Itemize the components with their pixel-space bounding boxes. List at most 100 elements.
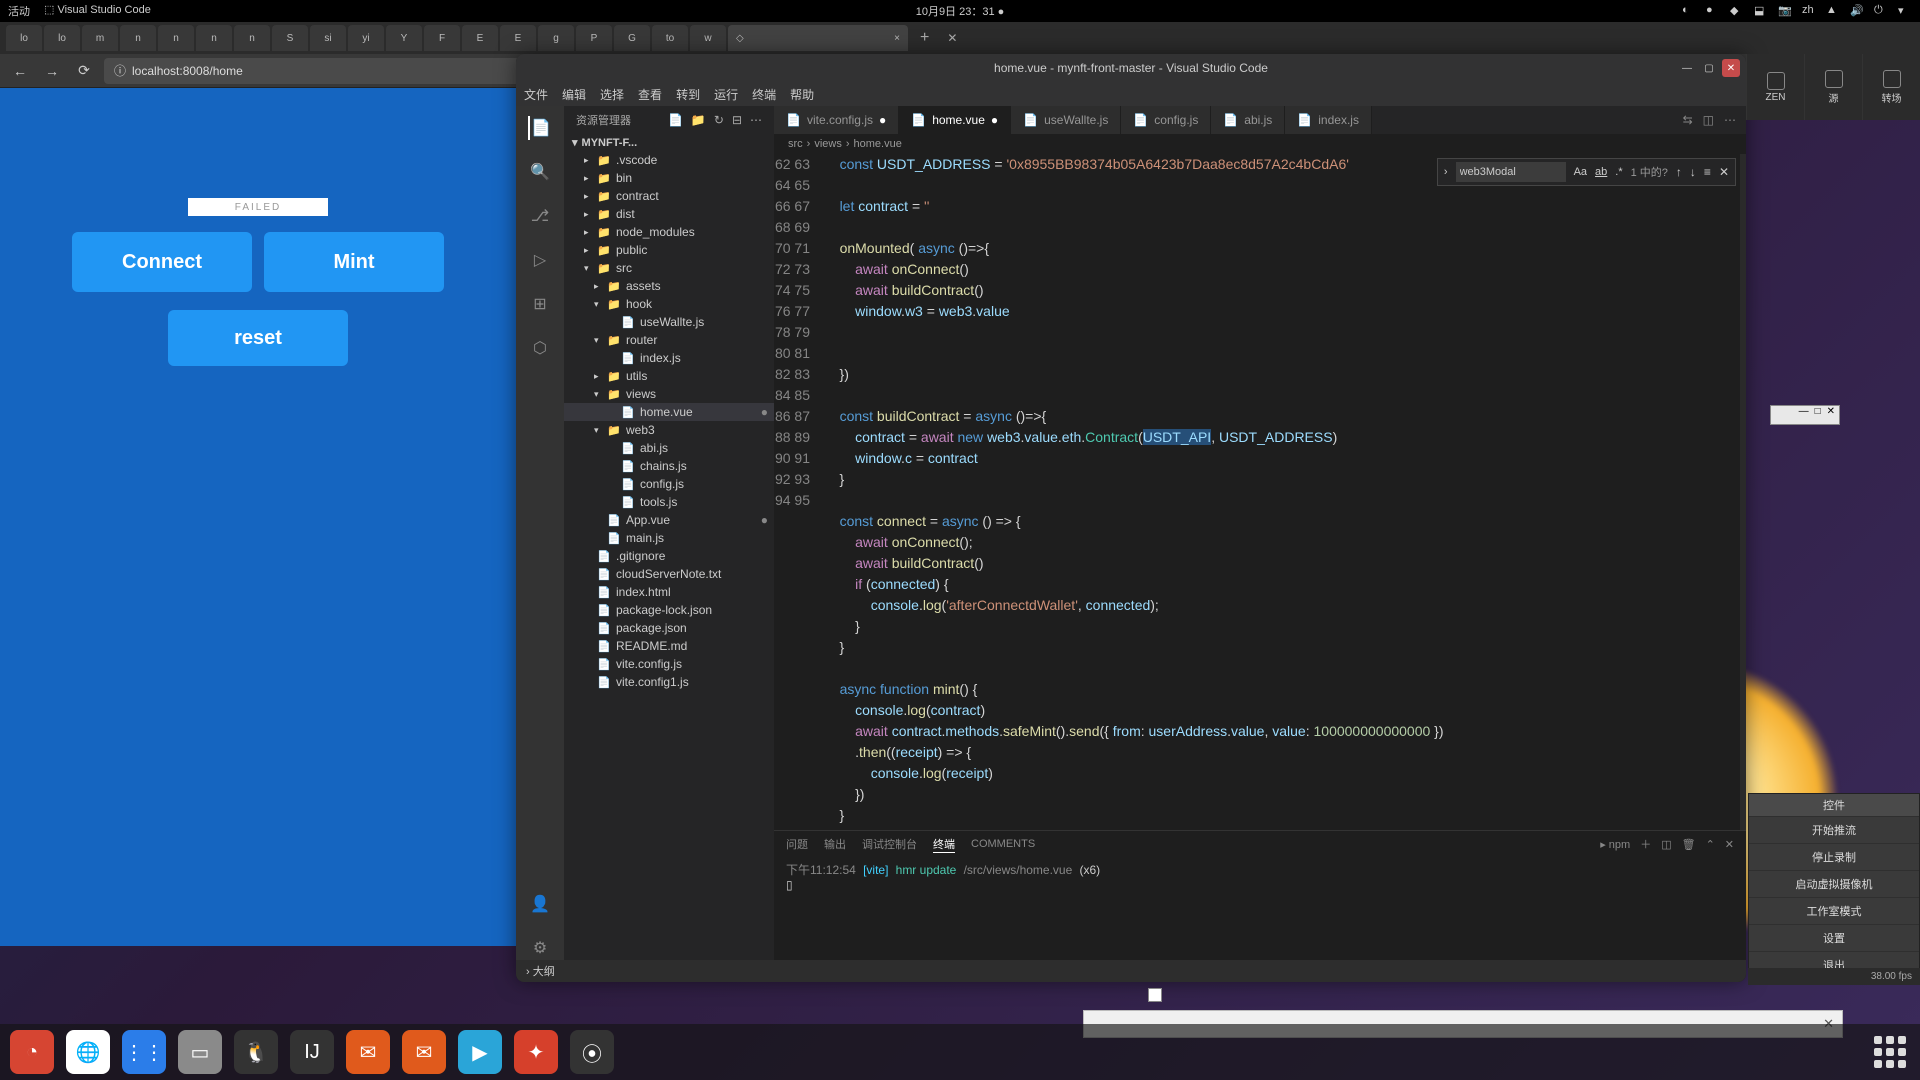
file-item[interactable]: 📄config.js xyxy=(564,475,774,493)
folder-item[interactable]: ▾📁web3 xyxy=(564,421,774,439)
panel-tab[interactable]: 输出 xyxy=(824,836,846,852)
folder-item[interactable]: ▾📁router xyxy=(564,331,774,349)
code-editor[interactable]: › Aa ab .* 1 中的? ↑ ↓ ≡ ✕ 62 63 64 65 66 … xyxy=(774,154,1746,830)
browser-tab[interactable]: n xyxy=(158,25,194,51)
connect-button[interactable]: Connect xyxy=(72,232,252,292)
new-tab-button[interactable]: + xyxy=(910,29,939,47)
file-item[interactable]: 📄vite.config1.js xyxy=(564,673,774,691)
next-match-icon[interactable]: ↓ xyxy=(1690,165,1696,179)
volume-icon[interactable]: 🔊 xyxy=(1850,4,1864,18)
search-icon[interactable]: 🔍 xyxy=(528,160,552,184)
kill-terminal-icon[interactable]: 🗑 xyxy=(1682,838,1696,851)
folder-item[interactable]: ▸📁.vscode xyxy=(564,151,774,169)
collapse-icon[interactable]: ⊟ xyxy=(732,113,742,127)
mint-button[interactable]: Mint xyxy=(264,232,444,292)
power-icon[interactable]: ⏻ xyxy=(1874,4,1888,18)
obs-mode-button[interactable]: 转场 xyxy=(1862,54,1920,120)
file-item[interactable]: 📄home.vue● xyxy=(564,403,774,421)
browser-tab[interactable]: to xyxy=(652,25,688,51)
obs-control-button[interactable]: 启动虚拟摄像机 xyxy=(1749,870,1919,897)
vscode-titlebar[interactable]: home.vue - mynft-front-master - Visual S… xyxy=(516,54,1746,82)
panel-tab[interactable]: 调试控制台 xyxy=(862,836,917,852)
menu-item[interactable]: 选择 xyxy=(600,86,624,103)
browser-tab[interactable]: P xyxy=(576,25,612,51)
obs-control-button[interactable]: 开始推流 xyxy=(1749,816,1919,843)
folder-item[interactable]: ▸📁public xyxy=(564,241,774,259)
file-item[interactable]: 📄abi.js xyxy=(564,439,774,457)
whole-word-icon[interactable]: ab xyxy=(1595,166,1607,178)
gear-icon[interactable]: ⚙ xyxy=(528,936,552,960)
menu-item[interactable]: 文件 xyxy=(524,86,548,103)
browser-tab[interactable]: lo xyxy=(44,25,80,51)
browser-tab[interactable]: n xyxy=(234,25,270,51)
breadcrumb[interactable]: src › views › home.vue xyxy=(774,134,1746,154)
tray-icon[interactable]: ● xyxy=(1706,4,1720,18)
editor-tab[interactable]: 📄home.vue● xyxy=(899,106,1011,134)
panel-tab[interactable]: 问题 xyxy=(786,836,808,852)
editor-tab[interactable]: 📄config.js xyxy=(1121,106,1211,134)
minimize-button[interactable]: — xyxy=(1678,59,1696,77)
dock-app[interactable]: ✦ xyxy=(514,1030,558,1074)
scm-icon[interactable]: ⎇ xyxy=(528,204,552,228)
menu-item[interactable]: 编辑 xyxy=(562,86,586,103)
dock-app[interactable]: ◔ xyxy=(10,1030,54,1074)
panel-tab[interactable]: COMMENTS xyxy=(971,838,1035,850)
terminal-kind[interactable]: ▸ npm xyxy=(1600,838,1630,851)
browser-tab[interactable]: G xyxy=(614,25,650,51)
editor-tab[interactable]: 📄index.js xyxy=(1285,106,1372,134)
new-folder-icon[interactable]: 📁 xyxy=(691,113,706,127)
tray-icon[interactable]: ◐ xyxy=(1682,4,1696,18)
project-root[interactable]: ▾ MYNFT-F... xyxy=(564,134,774,151)
folder-item[interactable]: ▾📁views xyxy=(564,385,774,403)
dock-app[interactable]: ⋮⋮ xyxy=(122,1030,166,1074)
close-panel-icon[interactable]: ✕ xyxy=(1725,838,1734,851)
network-icon[interactable]: ▲ xyxy=(1826,4,1840,18)
dock-app[interactable]: ✉ xyxy=(346,1030,390,1074)
browser-tab[interactable]: si xyxy=(310,25,346,51)
file-item[interactable]: 📄.gitignore xyxy=(564,547,774,565)
split-icon[interactable]: ◫ xyxy=(1703,113,1714,127)
file-item[interactable]: 📄cloudServerNote.txt xyxy=(564,565,774,583)
show-applications[interactable] xyxy=(1870,1032,1910,1072)
file-item[interactable]: 📄package.json xyxy=(564,619,774,637)
close-tabs-icon[interactable]: ✕ xyxy=(947,31,957,45)
browser-tab[interactable]: Y xyxy=(386,25,422,51)
remote-icon[interactable]: ⬡ xyxy=(528,336,552,360)
menu-item[interactable]: 帮助 xyxy=(790,86,814,103)
folder-item[interactable]: ▸📁contract xyxy=(564,187,774,205)
editor-tab[interactable]: 📄abi.js xyxy=(1211,106,1285,134)
obs-mode-button[interactable]: 源 xyxy=(1804,54,1862,120)
folder-item[interactable]: ▸📁assets xyxy=(564,277,774,295)
browser-tab[interactable]: F xyxy=(424,25,460,51)
dock-app[interactable]: 🐧 xyxy=(234,1030,278,1074)
activities[interactable]: 活动 xyxy=(8,3,30,19)
file-item[interactable]: 📄index.html xyxy=(564,583,774,601)
find-toggle-icon[interactable]: › xyxy=(1444,166,1448,178)
obs-mode-button[interactable]: ZEN xyxy=(1746,54,1804,120)
close-button[interactable]: ✕ xyxy=(1827,406,1835,424)
find-input[interactable] xyxy=(1456,162,1566,182)
browser-tab[interactable]: m xyxy=(82,25,118,51)
browser-tab[interactable]: yi xyxy=(348,25,384,51)
forward-button[interactable]: → xyxy=(40,59,64,83)
system-clock[interactable]: 10月9日 23：31 ● xyxy=(916,3,1005,19)
file-item[interactable]: 📄README.md xyxy=(564,637,774,655)
menu-item[interactable]: 查看 xyxy=(638,86,662,103)
find-in-selection-icon[interactable]: ≡ xyxy=(1704,165,1711,179)
caret-down-icon[interactable]: ▾ xyxy=(1898,4,1912,18)
folder-item[interactable]: ▸📁utils xyxy=(564,367,774,385)
more-icon[interactable]: ⋯ xyxy=(750,113,762,127)
maximize-button[interactable]: ▢ xyxy=(1700,59,1718,77)
close-button[interactable]: ✕ xyxy=(1722,59,1740,77)
editor-tab[interactable]: 📄useWallte.js xyxy=(1011,106,1121,134)
file-item[interactable]: 📄index.js xyxy=(564,349,774,367)
file-item[interactable]: 📄App.vue● xyxy=(564,511,774,529)
folder-item[interactable]: ▸📁node_modules xyxy=(564,223,774,241)
dock-app[interactable]: ▶ xyxy=(458,1030,502,1074)
diff-icon[interactable]: ⇆ xyxy=(1683,113,1693,127)
file-item[interactable]: 📄package-lock.json xyxy=(564,601,774,619)
menu-item[interactable]: 终端 xyxy=(752,86,776,103)
browser-tab[interactable]: S xyxy=(272,25,308,51)
extensions-icon[interactable]: ⊞ xyxy=(528,292,552,316)
editor-tab[interactable]: 📄vite.config.js● xyxy=(774,106,899,134)
